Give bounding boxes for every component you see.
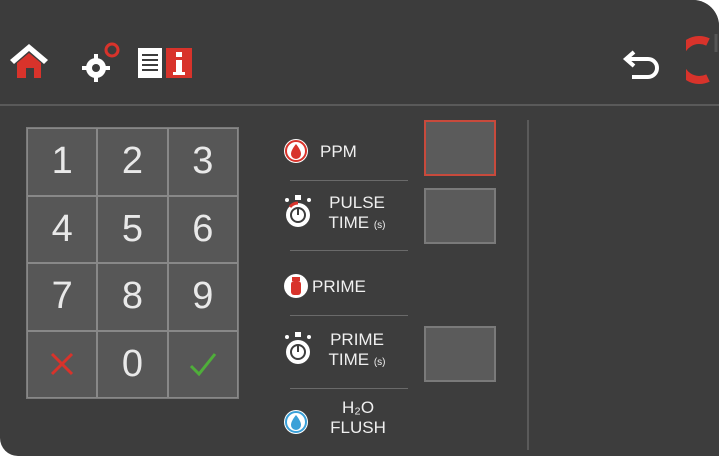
key-0[interactable]: 0 xyxy=(97,330,168,398)
divider xyxy=(290,315,408,316)
prime-time-input[interactable] xyxy=(424,326,496,382)
flush-line2: FLUSH xyxy=(330,418,386,437)
key-5[interactable]: 5 xyxy=(97,195,168,263)
prime-label: PRIME xyxy=(312,277,366,296)
key-2[interactable]: 2 xyxy=(97,128,168,196)
key-1[interactable]: 1 xyxy=(27,128,98,196)
back-icon[interactable] xyxy=(622,46,662,80)
stopwatch-icon xyxy=(285,332,311,364)
key-8[interactable]: 8 xyxy=(97,263,168,331)
prime-bottle-icon[interactable] xyxy=(282,272,310,300)
stopwatch-icon xyxy=(285,195,311,227)
checkmark-icon xyxy=(189,353,216,377)
cancel-icon xyxy=(51,353,74,376)
divider xyxy=(290,180,408,181)
prime-row: PRIME xyxy=(276,270,416,306)
ppm-row: PPM xyxy=(276,135,416,171)
prime-time-row: PRIME TIME (s) xyxy=(276,322,416,382)
power-icon[interactable] xyxy=(686,32,719,88)
drop-icon xyxy=(284,139,308,163)
divider xyxy=(290,250,408,251)
pulse-time-row: PULSE TIME (s) xyxy=(276,185,416,245)
device-screen: 1 2 3 4 5 6 7 8 9 0 PPM PULSE TIME (s) P… xyxy=(0,0,719,456)
key-7[interactable]: 7 xyxy=(27,263,98,331)
flush-line1: H₂O xyxy=(341,398,375,417)
vertical-divider xyxy=(527,120,529,450)
key-4[interactable]: 4 xyxy=(27,195,98,263)
ppm-label: PPM xyxy=(320,142,357,161)
gear-icon[interactable] xyxy=(78,40,124,84)
top-toolbar xyxy=(0,0,719,106)
pulse-time-input[interactable] xyxy=(424,188,496,244)
divider xyxy=(290,388,408,389)
pulse-time-line1: PULSE xyxy=(329,193,385,212)
home-icon[interactable] xyxy=(8,40,50,82)
numeric-keypad: 1 2 3 4 5 6 7 8 9 0 xyxy=(26,127,239,399)
cancel-key[interactable] xyxy=(27,330,98,398)
key-9[interactable]: 9 xyxy=(167,263,238,331)
info-icon[interactable] xyxy=(136,46,196,80)
water-drop-icon[interactable] xyxy=(282,408,310,436)
flush-row: H₂O FLUSH xyxy=(276,396,416,446)
ppm-input[interactable] xyxy=(424,120,496,176)
confirm-key[interactable] xyxy=(167,330,238,398)
pulse-time-line2: TIME (s) xyxy=(328,213,386,232)
prime-time-line1: PRIME xyxy=(330,330,384,349)
prime-time-line2: TIME (s) xyxy=(328,350,386,369)
key-6[interactable]: 6 xyxy=(167,195,238,263)
key-3[interactable]: 3 xyxy=(167,128,238,196)
